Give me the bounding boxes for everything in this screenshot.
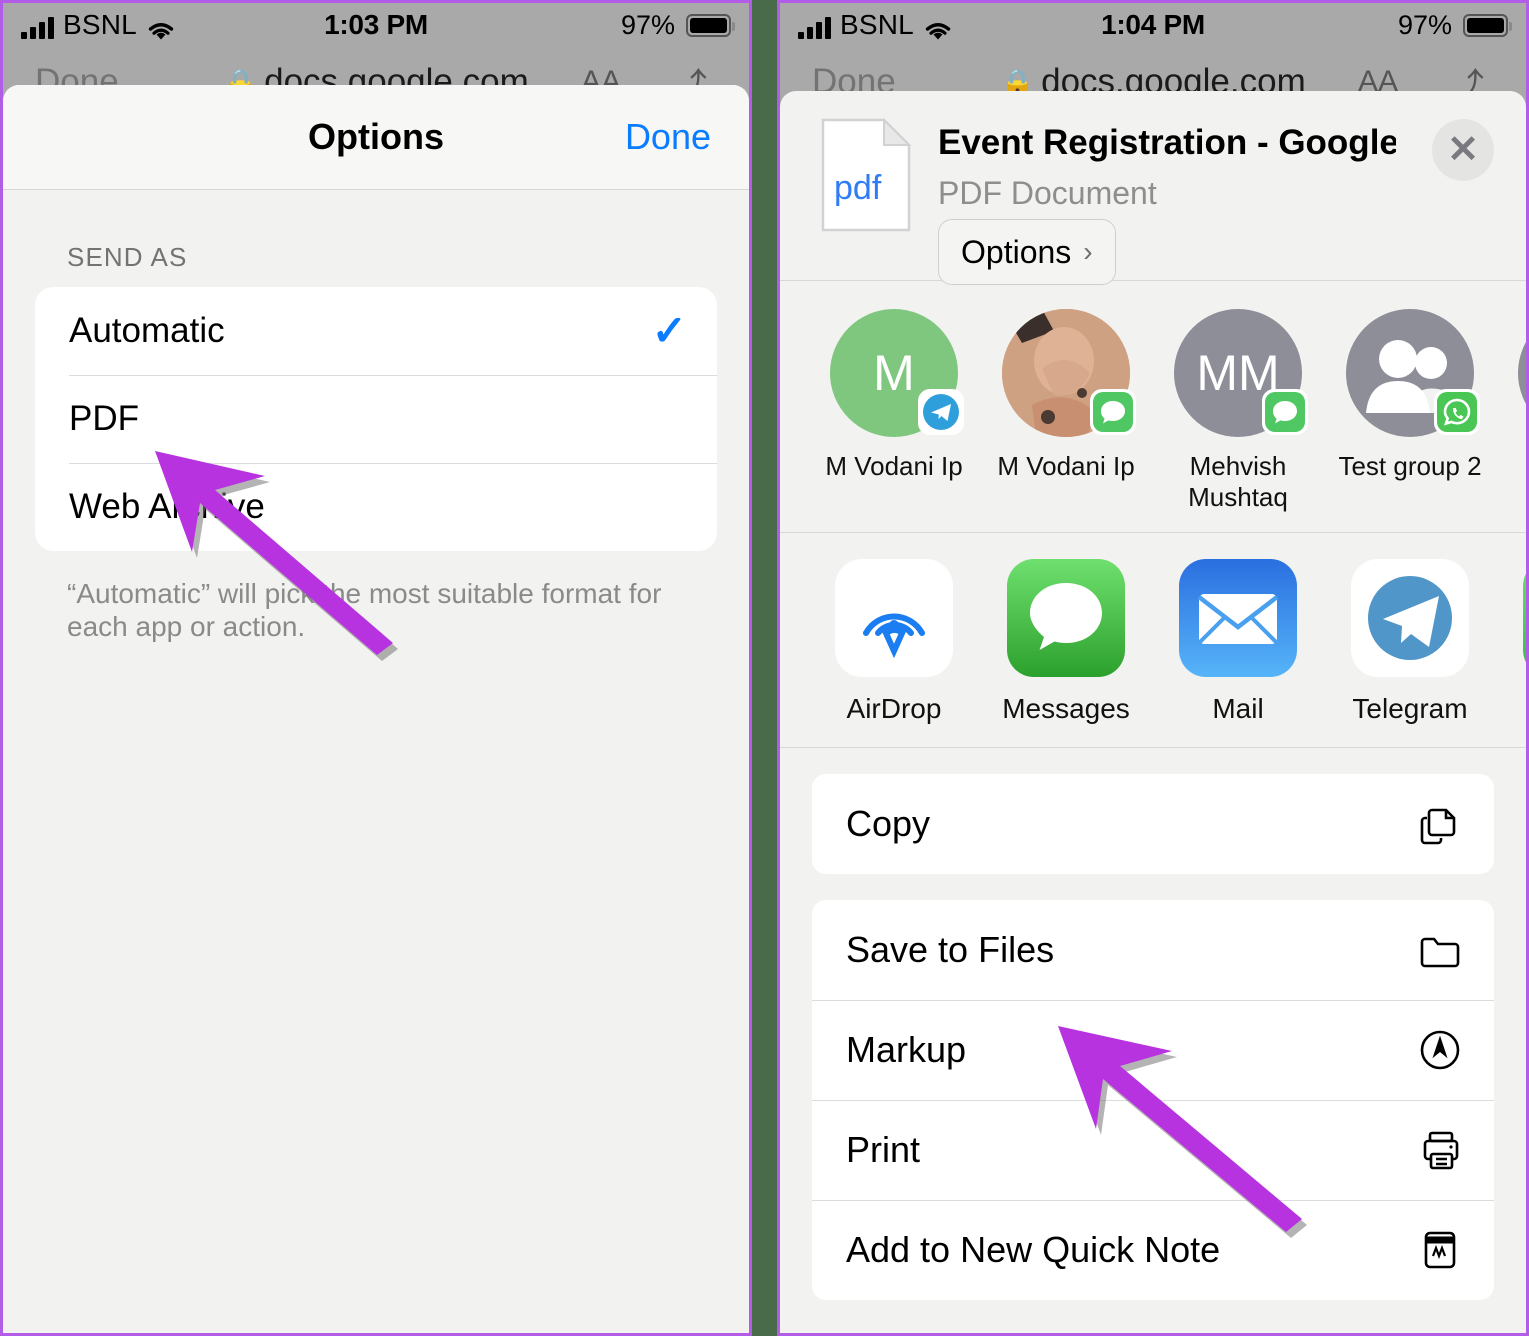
avatar-wrap: MM <box>1174 309 1308 437</box>
contact-name: Test group 2 <box>1338 451 1482 481</box>
options-sheet: Options Done SEND AS Automatic ✓ PDF Web… <box>3 85 749 1333</box>
send-as-options-card: Automatic ✓ PDF Web Archive <box>35 287 717 551</box>
avatar <box>1518 309 1526 437</box>
document-title: Event Registration - Google F... <box>938 123 1396 162</box>
contact-name: M Vodani Ip <box>997 451 1135 481</box>
action-label: Print <box>846 1129 921 1171</box>
status-right-group: 97% <box>620 9 735 41</box>
copy-icon <box>1416 800 1464 848</box>
contact-item[interactable]: M M Vodani Ip <box>808 309 980 512</box>
action-label: Markup <box>846 1029 967 1071</box>
avatar-wrap <box>1518 309 1526 437</box>
share-sheet: pdf Event Registration - Google F... PDF… <box>780 91 1526 1333</box>
action-card-main: Save to Files Markup Print Add to New Qu… <box>812 900 1494 1301</box>
app-item-telegram[interactable]: Telegram <box>1324 559 1496 725</box>
right-phone-panel: BSNL 1:04 PM 97% Done 🔒docs.google.com <box>777 0 1529 1336</box>
printer-icon <box>1416 1126 1464 1174</box>
battery-icon <box>686 13 735 37</box>
action-label: Add to New Quick Note <box>846 1229 1221 1271</box>
left-phone-panel: BSNL 1:03 PM 97% Done 🔒docs.google.com <box>0 0 752 1336</box>
svg-text:pdf: pdf <box>834 169 882 207</box>
app-item-mail[interactable]: Mail <box>1152 559 1324 725</box>
pdf-document-icon: pdf <box>820 117 912 233</box>
option-row-automatic[interactable]: Automatic ✓ <box>35 287 717 375</box>
mail-icon <box>1179 559 1297 678</box>
document-subtitle: PDF Document <box>938 175 1157 211</box>
app-item-messages[interactable]: Messages <box>980 559 1152 725</box>
airdrop-icon <box>835 559 953 678</box>
options-nav-bar: Options Done <box>3 85 749 190</box>
avatar-wrap: M <box>830 309 964 437</box>
action-row-print[interactable]: Print <box>812 1100 1494 1200</box>
option-label: Web Archive <box>69 487 265 526</box>
contact-name: F <box>1507 451 1526 482</box>
option-label: PDF <box>69 399 139 438</box>
action-label: Copy <box>846 803 931 845</box>
options-button[interactable]: Options › <box>938 219 1116 285</box>
chevron-right-icon: › <box>1083 236 1093 267</box>
option-row-pdf[interactable]: PDF <box>35 375 717 463</box>
action-row-add-to-new-quick-note[interactable]: Add to New Quick Note <box>812 1200 1494 1300</box>
send-as-footnote: “Automatic” will pick the most suitable … <box>67 578 662 643</box>
battery-percentage-label: 97% <box>1397 9 1452 40</box>
avatar-wrap <box>1002 309 1136 437</box>
app-name: Mail <box>1212 693 1264 725</box>
contact-item[interactable]: M Vodani Ip <box>980 309 1152 512</box>
messages-badge-icon <box>1262 389 1308 435</box>
folder-icon <box>1416 926 1464 974</box>
action-card-copy: Copy <box>812 774 1494 875</box>
contacts-strip[interactable]: M M Vodani Ip M Vodani Ip MM Mehvish Mus… <box>780 281 1526 534</box>
action-row-save-to-files[interactable]: Save to Files <box>812 900 1494 1000</box>
avatar-wrap <box>1346 309 1480 437</box>
app-name: Messages <box>1002 693 1130 725</box>
avatar-initials: M <box>873 345 915 401</box>
share-sheet-header: pdf Event Registration - Google F... PDF… <box>780 91 1526 285</box>
apps-strip[interactable]: AirDrop Messages Mail Telegram <box>780 533 1526 749</box>
contact-name: M Vodani Ip <box>825 451 963 481</box>
action-row-copy[interactable]: Copy <box>812 774 1494 874</box>
whatsapp-icon <box>1523 559 1526 678</box>
action-label: Save to Files <box>846 929 1055 971</box>
messages-icon <box>1007 559 1125 678</box>
app-name: Telegram <box>1352 693 1468 725</box>
actions-region: Copy Save to Files Markup Print Add to N… <box>780 748 1526 1301</box>
options-button-label: Options <box>961 233 1072 270</box>
contact-item[interactable]: Test group 2 <box>1324 309 1496 512</box>
done-button[interactable]: Done <box>625 85 711 189</box>
telegram-icon <box>1351 559 1469 678</box>
battery-percentage-label: 97% <box>620 9 675 40</box>
status-bar-left: BSNL 1:03 PM 97% <box>3 3 749 47</box>
action-row-markup[interactable]: Markup <box>812 1000 1494 1100</box>
status-bar-right: BSNL 1:04 PM 97% <box>780 3 1526 47</box>
screenshot-root: BSNL 1:03 PM 97% Done 🔒docs.google.com <box>0 0 1529 1336</box>
option-label: Automatic <box>69 311 225 350</box>
checkmark-icon: ✓ <box>651 307 687 354</box>
messages-badge-icon <box>1090 389 1136 435</box>
contact-name: Mehvish Mushtaq <box>1188 451 1288 512</box>
quick-note-icon <box>1416 1226 1464 1274</box>
contact-item[interactable]: MM Mehvish Mushtaq <box>1152 309 1324 512</box>
status-right-group: 97% <box>1397 9 1512 41</box>
close-icon[interactable]: ✕ <box>1432 119 1494 181</box>
telegram-badge-icon <box>918 389 964 435</box>
option-row-web-archive[interactable]: Web Archive <box>35 463 717 551</box>
battery-icon <box>1463 13 1512 37</box>
whatsapp-badge-icon <box>1434 389 1480 435</box>
send-as-section-header: SEND AS <box>67 242 188 272</box>
app-name: AirDrop <box>846 693 942 725</box>
markup-icon <box>1416 1026 1464 1074</box>
app-item-airdrop[interactable]: AirDrop <box>808 559 980 725</box>
contact-item[interactable]: F <box>1496 309 1526 512</box>
app-item-whatsapp[interactable]: Wh <box>1496 559 1526 725</box>
